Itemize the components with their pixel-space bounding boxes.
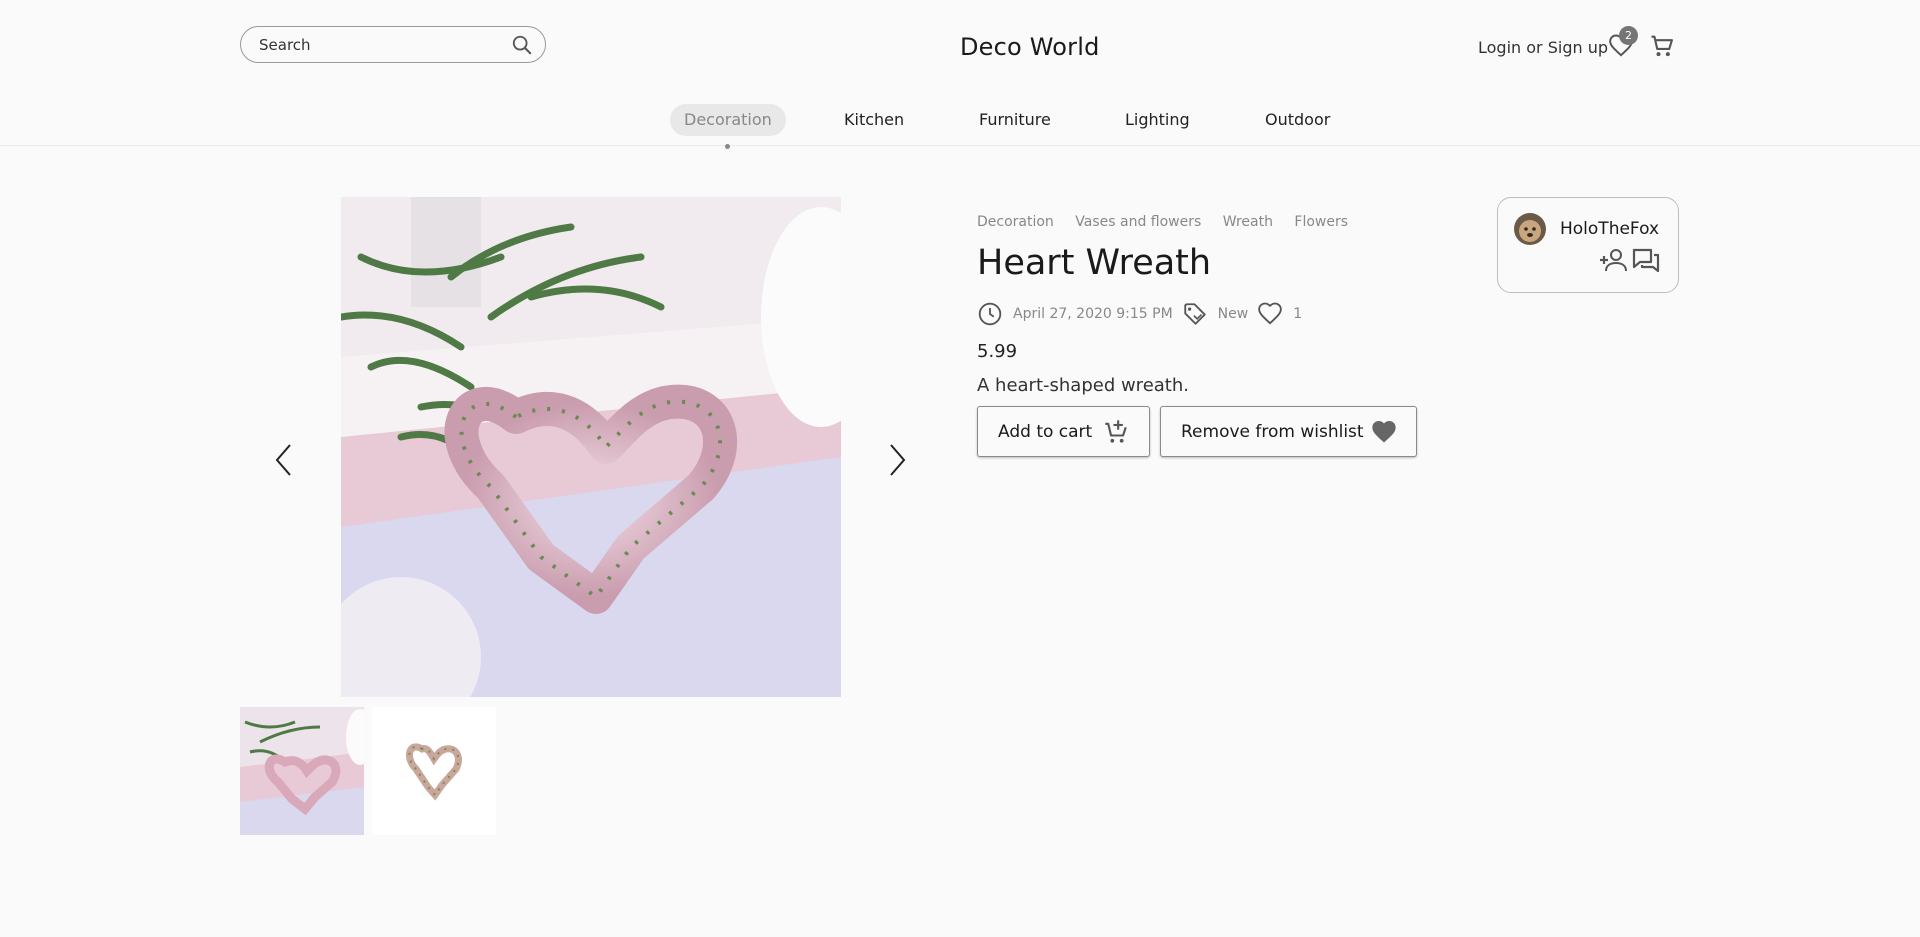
breadcrumb-wreath[interactable]: Wreath xyxy=(1223,214,1273,230)
category-nav: Decoration Kitchen Furniture Lighting Ou… xyxy=(0,102,1920,149)
search-icon[interactable] xyxy=(511,34,533,56)
cart-icon[interactable] xyxy=(1648,32,1676,60)
product-description: A heart-shaped wreath. xyxy=(977,375,1189,396)
clock-icon xyxy=(978,302,1002,326)
heart-outline-icon[interactable] xyxy=(1257,301,1283,327)
nav-outdoor[interactable]: Outdoor xyxy=(1251,104,1344,136)
condition-label: New xyxy=(1217,306,1249,322)
remove-from-wishlist-button[interactable]: Remove from wishlist xyxy=(1160,406,1417,457)
thumbnail-1[interactable] xyxy=(240,707,364,835)
seller-avatar[interactable] xyxy=(1514,213,1546,245)
breadcrumb: Decoration Vases and flowers Wreath Flow… xyxy=(977,214,1365,230)
nav-furniture[interactable]: Furniture xyxy=(965,104,1065,136)
tag-icon xyxy=(1183,303,1206,325)
listing-date: April 27, 2020 9:15 PM xyxy=(1013,306,1173,322)
chevron-right-icon[interactable] xyxy=(885,442,909,478)
active-indicator xyxy=(725,144,730,149)
seller-card: HoloTheFox xyxy=(1497,197,1679,293)
signup-link[interactable]: Sign up xyxy=(1548,38,1608,57)
like-count: 1 xyxy=(1293,306,1303,322)
login-link[interactable]: Login xyxy=(1478,38,1521,57)
nav-lighting[interactable]: Lighting xyxy=(1111,104,1204,136)
product-image xyxy=(341,197,841,697)
add-to-cart-button[interactable]: Add to cart xyxy=(977,406,1150,457)
breadcrumb-flowers[interactable]: Flowers xyxy=(1294,214,1348,230)
add-to-cart-label: Add to cart xyxy=(998,421,1093,442)
heart-filled-icon xyxy=(1372,421,1396,443)
brand-title[interactable]: Deco World xyxy=(960,33,1100,61)
person-add-icon[interactable] xyxy=(1598,247,1628,273)
chevron-left-icon[interactable] xyxy=(272,442,296,478)
breadcrumb-decoration[interactable]: Decoration xyxy=(977,214,1054,230)
thumbnail-2[interactable] xyxy=(372,707,496,835)
product-price: 5.99 xyxy=(977,341,1018,362)
or-text: or xyxy=(1526,38,1543,57)
breadcrumb-vases-flowers[interactable]: Vases and flowers xyxy=(1075,214,1201,230)
nav-kitchen[interactable]: Kitchen xyxy=(830,104,918,136)
remove-wishlist-label: Remove from wishlist xyxy=(1181,421,1364,442)
product-meta: April 27, 2020 9:15 PM New 1 xyxy=(977,301,1311,327)
seller-name[interactable]: HoloTheFox xyxy=(1560,219,1659,239)
search-box[interactable] xyxy=(240,26,546,63)
product-title: Heart Wreath xyxy=(977,243,1212,283)
nav-decoration[interactable]: Decoration xyxy=(670,104,786,136)
search-input[interactable] xyxy=(259,35,499,55)
auth-links: Login or Sign up xyxy=(1478,38,1608,57)
chat-icon[interactable] xyxy=(1631,247,1661,275)
cart-plus-icon xyxy=(1105,420,1127,443)
wishlist-count-badge: 2 xyxy=(1619,26,1638,45)
